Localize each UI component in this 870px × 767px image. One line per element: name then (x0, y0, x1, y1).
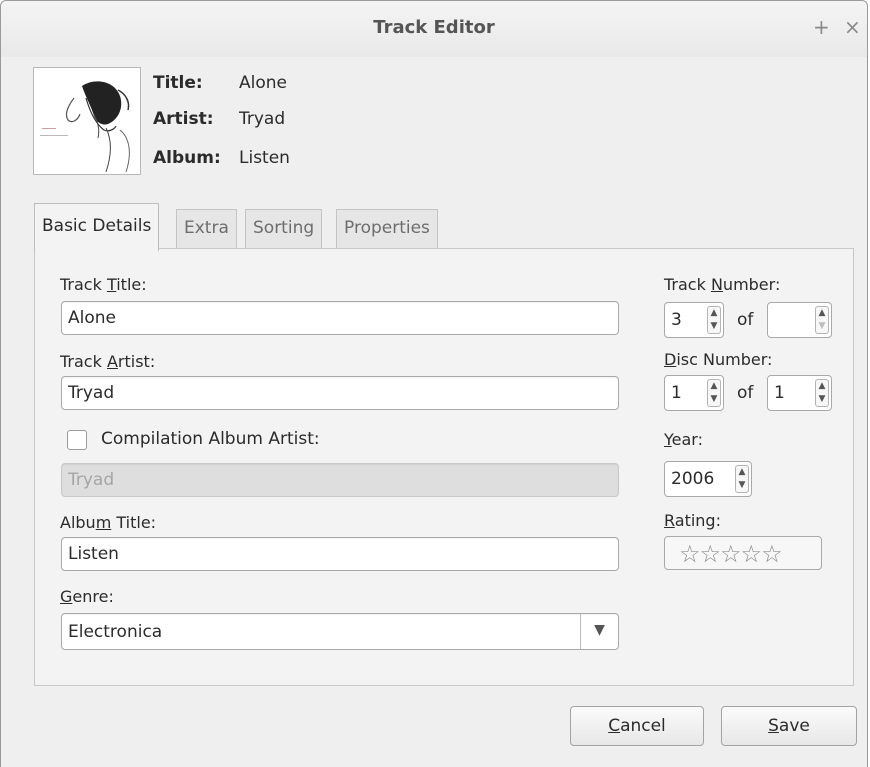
tab-properties[interactable]: Properties (336, 209, 438, 249)
meta-album-value: Listen (239, 148, 290, 168)
chevron-down-icon[interactable]: ▼ (580, 614, 618, 649)
disc-number-label: Disc Number: (664, 350, 773, 369)
meta-album-row: Album: Listen (153, 148, 290, 168)
basic-details-panel: Track Title: Alone Track Artist: Tryad C… (34, 248, 854, 686)
track-total-spin[interactable]: ▲ ▼ (767, 302, 832, 338)
close-icon[interactable]: × (844, 15, 861, 39)
disc-number-stepper[interactable]: ▲ ▼ (707, 379, 721, 407)
album-cover-icon (34, 68, 140, 174)
rating-stars[interactable]: ☆☆☆☆☆ (664, 536, 822, 570)
compilation-label: Compilation Album Artist: (101, 429, 320, 449)
track-artist-input[interactable]: Tryad (61, 376, 619, 410)
track-title-label: Track Title: (60, 275, 147, 294)
cancel-button[interactable]: Cancel (570, 706, 704, 746)
tab-basic-details[interactable]: Basic Details (34, 203, 160, 251)
meta-album-key: Album: (153, 148, 221, 168)
tab-sorting[interactable]: Sorting (245, 209, 323, 249)
meta-title-key: Title: (153, 73, 203, 93)
disc-number-spin[interactable]: 1 ▲ ▼ (664, 375, 724, 411)
meta-artist-row: Artist: Tryad (153, 109, 285, 129)
track-number-value: 3 (671, 310, 682, 330)
meta-title-value: Alone (239, 73, 287, 93)
compilation-artist-input: Tryad (61, 463, 619, 497)
album-cover-image (33, 67, 141, 175)
track-number-spin[interactable]: 3 ▲ ▼ (664, 302, 724, 338)
genre-value: Electronica (68, 622, 163, 642)
genre-combo[interactable]: Electronica ▼ (61, 613, 619, 650)
compilation-checkbox[interactable] (67, 430, 87, 450)
disc-total-value: 1 (774, 383, 785, 403)
disc-of-label: of (737, 383, 754, 403)
tab-extra[interactable]: Extra (176, 209, 237, 249)
year-spin[interactable]: 2006 ▲ ▼ (664, 461, 752, 497)
track-editor-window: Track Editor + × Title: Alone Artist: Tr… (0, 0, 868, 767)
track-number-stepper[interactable]: ▲ ▼ (707, 306, 721, 334)
rating-label: Rating: (664, 511, 721, 530)
year-label: Year: (664, 430, 703, 449)
track-number-label: Track Number: (664, 275, 781, 294)
album-title-label: Album Title: (60, 513, 157, 532)
meta-title-row: Title: Alone (153, 73, 287, 93)
meta-artist-value: Tryad (239, 109, 286, 129)
track-title-input[interactable]: Alone (61, 301, 619, 335)
track-artist-label: Track Artist: (60, 352, 156, 371)
add-icon[interactable]: + (813, 15, 830, 39)
track-total-stepper[interactable]: ▲ ▼ (815, 306, 829, 334)
track-of-label: of (737, 310, 754, 330)
meta-artist-key: Artist: (153, 109, 214, 129)
window-title: Track Editor (373, 17, 495, 38)
year-value: 2006 (671, 469, 715, 489)
genre-label: Genre: (60, 587, 114, 606)
year-stepper[interactable]: ▲ ▼ (735, 465, 749, 493)
disc-number-value: 1 (671, 383, 682, 403)
disc-total-spin[interactable]: 1 ▲ ▼ (767, 375, 832, 411)
save-button[interactable]: Save (721, 706, 857, 746)
album-title-input[interactable]: Listen (61, 537, 619, 571)
title-bar[interactable]: Track Editor + × (1, 1, 867, 57)
disc-total-stepper[interactable]: ▲ ▼ (815, 379, 829, 407)
